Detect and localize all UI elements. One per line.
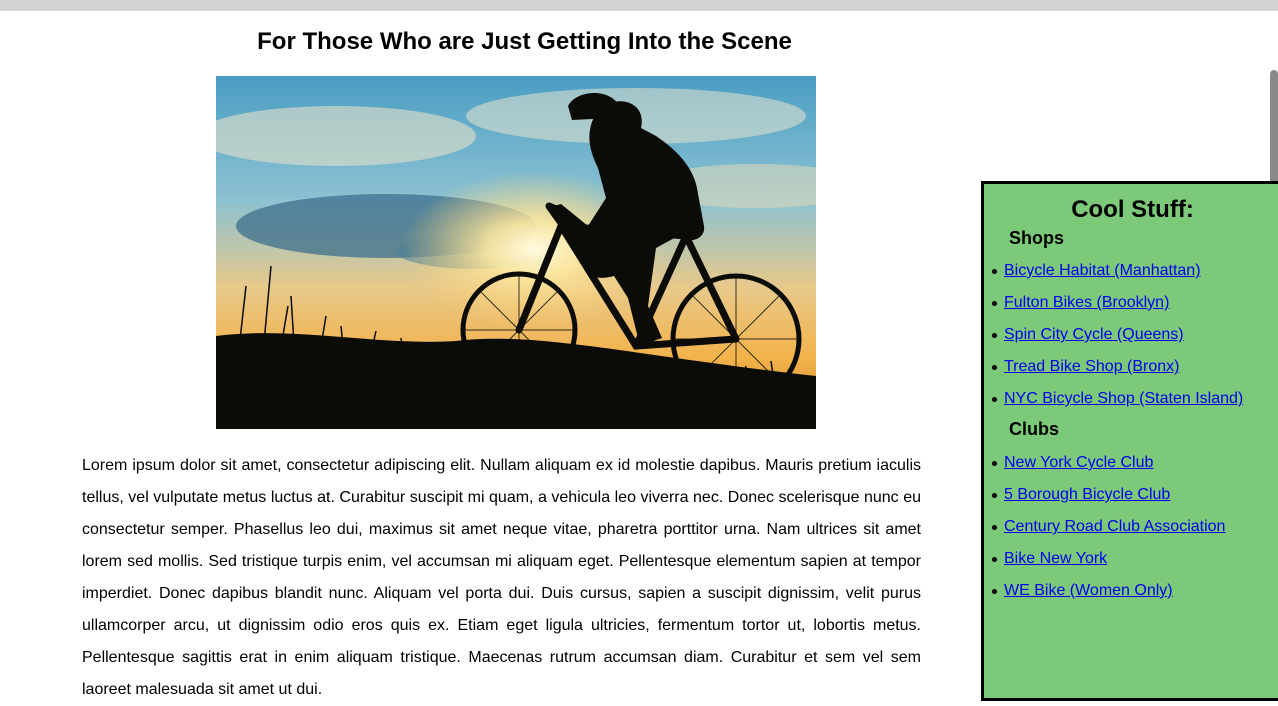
list-item: WE Bike (Women Only) xyxy=(992,575,1278,607)
list-item: New York Cycle Club xyxy=(992,447,1278,479)
cool-stuff-sidebar: Cool Stuff: Shops Bicycle Habitat (Manha… xyxy=(981,181,1278,701)
bullet-icon xyxy=(992,301,997,306)
cyclist-sunset-image xyxy=(216,76,816,429)
list-item: 5 Borough Bicycle Club xyxy=(992,479,1278,511)
shop-link-spin-city-cycle[interactable]: Spin City Cycle (Queens) xyxy=(1004,326,1184,343)
sidebar-title: Cool Stuff: xyxy=(1071,196,1194,223)
shops-heading: Shops xyxy=(1009,228,1065,248)
list-item: Tread Bike Shop (Bronx) xyxy=(992,351,1278,383)
club-link-we-bike[interactable]: WE Bike (Women Only) xyxy=(1004,582,1173,599)
bullet-icon xyxy=(992,557,997,562)
shops-list: Bicycle Habitat (Manhattan) Fulton Bikes… xyxy=(984,255,1278,415)
shop-link-tread-bike-shop[interactable]: Tread Bike Shop (Bronx) xyxy=(1004,358,1179,375)
bullet-icon xyxy=(992,397,997,402)
club-link-new-york-cycle-club[interactable]: New York Cycle Club xyxy=(1004,454,1153,471)
shop-link-nyc-bicycle-shop[interactable]: NYC Bicycle Shop (Staten Island) xyxy=(1004,390,1243,407)
bullet-icon xyxy=(992,365,997,370)
article-paragraph: Lorem ipsum dolor sit amet, consectetur … xyxy=(82,457,921,698)
bullet-icon xyxy=(992,269,997,274)
list-item: Bicycle Habitat (Manhattan) xyxy=(992,255,1278,287)
page-title: For Those Who are Just Getting Into the … xyxy=(257,28,792,55)
shop-link-bicycle-habitat[interactable]: Bicycle Habitat (Manhattan) xyxy=(1004,262,1201,279)
bullet-icon xyxy=(992,493,997,498)
main-content: For Those Who are Just Getting Into the … xyxy=(82,0,921,698)
list-item: Century Road Club Association xyxy=(992,511,1278,543)
club-link-5-borough[interactable]: 5 Borough Bicycle Club xyxy=(1004,486,1170,503)
list-item: Fulton Bikes (Brooklyn) xyxy=(992,287,1278,319)
club-link-century-road[interactable]: Century Road Club Association xyxy=(1004,518,1225,535)
shop-link-fulton-bikes[interactable]: Fulton Bikes (Brooklyn) xyxy=(1004,294,1169,311)
clubs-list: New York Cycle Club 5 Borough Bicycle Cl… xyxy=(984,447,1278,607)
list-item: Spin City Cycle (Queens) xyxy=(992,319,1278,351)
bullet-icon xyxy=(992,589,997,594)
bullet-icon xyxy=(992,461,997,466)
list-item: Bike New York xyxy=(992,543,1278,575)
list-item: NYC Bicycle Shop (Staten Island) xyxy=(992,383,1278,415)
bullet-icon xyxy=(992,333,997,338)
clubs-heading: Clubs xyxy=(1009,419,1060,439)
club-link-bike-new-york[interactable]: Bike New York xyxy=(1004,550,1107,567)
bullet-icon xyxy=(992,525,997,530)
